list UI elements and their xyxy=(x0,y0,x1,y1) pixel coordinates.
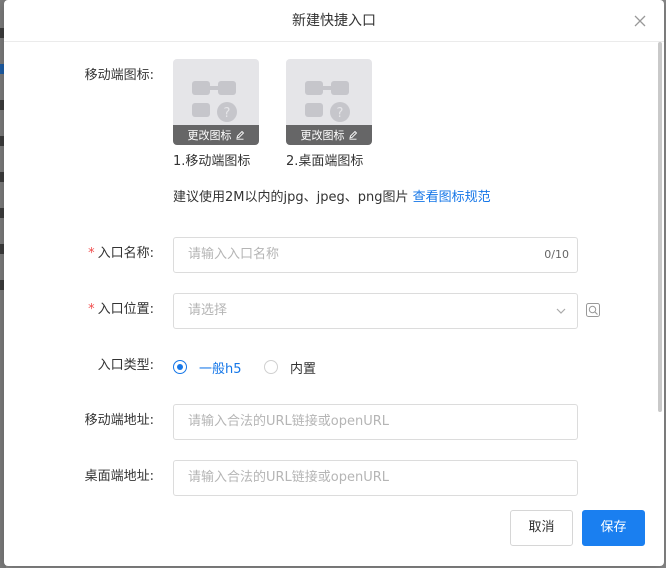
edit-icon xyxy=(348,130,357,140)
close-icon[interactable] xyxy=(632,13,648,29)
mobile-icon-caption: 1.移动端图标 xyxy=(173,154,251,169)
dialog-title: 新建快捷入口 xyxy=(292,13,376,29)
mobile-url-label: 移动端地址: xyxy=(84,413,154,428)
change-icon-label: 更改图标 xyxy=(300,129,345,142)
entry-name-placeholder: 请输入入口名称 xyxy=(188,247,280,262)
desktop-url-placeholder: 请输入合法的URL链接或openURL xyxy=(188,470,390,485)
change-icon-label: 更改图标 xyxy=(187,129,232,142)
radio-builtin-label: 内置 xyxy=(290,361,317,377)
icon-spec-link[interactable]: 查看图标规范 xyxy=(413,190,491,205)
image-placeholder-icon: ? xyxy=(192,81,237,122)
image-placeholder-icon: ? xyxy=(305,81,350,122)
char-counter: 0/10 xyxy=(544,248,569,261)
entry-name-input[interactable]: 请输入入口名称 0/10 xyxy=(173,237,578,273)
mobile-icon-label: 移动端图标: xyxy=(84,68,154,83)
mobile-url-input[interactable]: 请输入合法的URL链接或openURL xyxy=(173,404,578,440)
svg-text:?: ? xyxy=(337,106,344,121)
change-icon-bar[interactable]: 更改图标 xyxy=(286,125,372,145)
desktop-icon-upload[interactable]: ? 更改图标 xyxy=(286,59,372,145)
scrollbar[interactable] xyxy=(658,42,664,412)
desktop-url-input[interactable]: 请输入合法的URL链接或openURL xyxy=(173,460,578,496)
entry-position-label: * 入口位置: xyxy=(88,302,154,317)
mobile-url-placeholder: 请输入合法的URL链接或openURL xyxy=(188,414,390,429)
radio-builtin[interactable]: 内置 xyxy=(264,359,317,377)
cancel-button[interactable]: 取消 xyxy=(510,510,573,546)
dialog-header: 新建快捷入口 xyxy=(4,0,664,42)
radio-h5[interactable]: 一般h5 xyxy=(173,359,242,377)
save-button[interactable]: 保存 xyxy=(582,510,645,546)
new-shortcut-dialog: 新建快捷入口 移动端图标: ? 更改图标 ? 更改图标 1.移动端图标 2.桌面… xyxy=(4,0,664,566)
icon-tip: 建议使用2M以内的jpg、jpeg、png图片 查看图标规范 xyxy=(173,188,491,208)
mobile-icon-upload[interactable]: ? 更改图标 xyxy=(173,59,259,145)
scroll-thumb[interactable] xyxy=(658,42,662,412)
icon-tip-text: 建议使用2M以内的jpg、jpeg、png图片 xyxy=(173,190,409,205)
chevron-down-icon xyxy=(556,308,566,314)
entry-type-label: 入口类型: xyxy=(97,358,154,373)
preview-icon[interactable] xyxy=(585,302,601,318)
desktop-icon-caption: 2.桌面端图标 xyxy=(286,154,364,169)
svg-text:?: ? xyxy=(224,106,231,121)
entry-name-label: * 入口名称: xyxy=(88,246,154,261)
radio-dot xyxy=(173,360,187,374)
desktop-url-label: 桌面端地址: xyxy=(84,469,154,484)
entry-position-select[interactable]: 请选择 xyxy=(173,293,578,329)
radio-dot xyxy=(264,360,278,374)
radio-h5-label: 一般h5 xyxy=(199,361,242,377)
edit-icon xyxy=(235,130,244,140)
change-icon-bar[interactable]: 更改图标 xyxy=(173,125,259,145)
entry-position-placeholder: 请选择 xyxy=(188,303,228,318)
